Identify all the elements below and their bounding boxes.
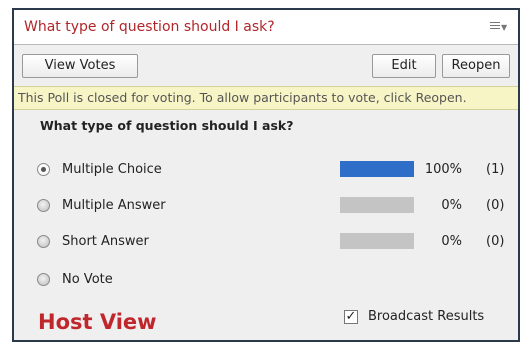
poll-title-bar: What type of question should I ask? ▼ (14, 10, 518, 45)
option-label: No Vote (62, 272, 113, 287)
option-label: Short Answer (62, 234, 149, 249)
poll-title: What type of question should I ask? (24, 19, 275, 35)
option-label: Multiple Choice (62, 162, 162, 177)
poll-question: What type of question should I ask? (40, 118, 294, 133)
radio-button[interactable] (37, 199, 50, 212)
edit-button[interactable]: Edit (372, 54, 436, 78)
radio-button[interactable] (37, 235, 50, 248)
result-percent: 0% (441, 234, 462, 249)
poll-option-no-vote[interactable]: No Vote (14, 267, 518, 293)
result-count: (1) (486, 162, 505, 177)
menu-icon[interactable]: ▼ (490, 21, 508, 33)
result-percent: 0% (441, 198, 462, 213)
poll-pod: What type of question should I ask? ▼ Vi… (12, 8, 520, 342)
reopen-button[interactable]: Reopen (442, 54, 510, 78)
result-percent: 100% (424, 162, 462, 177)
poll-closed-notice: This Poll is closed for voting. To allow… (14, 86, 518, 110)
result-count: (0) (486, 234, 505, 249)
poll-option-short-answer[interactable]: Short Answer 0% (0) (14, 229, 518, 255)
poll-option-multiple-choice[interactable]: Multiple Choice 100% (1) (14, 157, 518, 183)
result-bar (340, 161, 414, 177)
checkbox-checked-icon[interactable]: ✓ (344, 310, 358, 324)
poll-option-multiple-answer[interactable]: Multiple Answer 0% (0) (14, 193, 518, 219)
host-view-label: Host View (38, 310, 157, 334)
option-label: Multiple Answer (62, 198, 166, 213)
radio-button-selected[interactable] (37, 163, 50, 176)
view-votes-button[interactable]: View Votes (22, 54, 138, 78)
broadcast-results-label: Broadcast Results (368, 309, 485, 324)
chevron-down-icon: ▼ (501, 23, 508, 32)
result-count: (0) (486, 198, 505, 213)
poll-toolbar: View Votes Edit Reopen (14, 46, 518, 86)
result-bar (340, 197, 414, 213)
radio-button[interactable] (37, 273, 50, 286)
result-bar (340, 233, 414, 249)
result-bar-fill (340, 161, 414, 177)
